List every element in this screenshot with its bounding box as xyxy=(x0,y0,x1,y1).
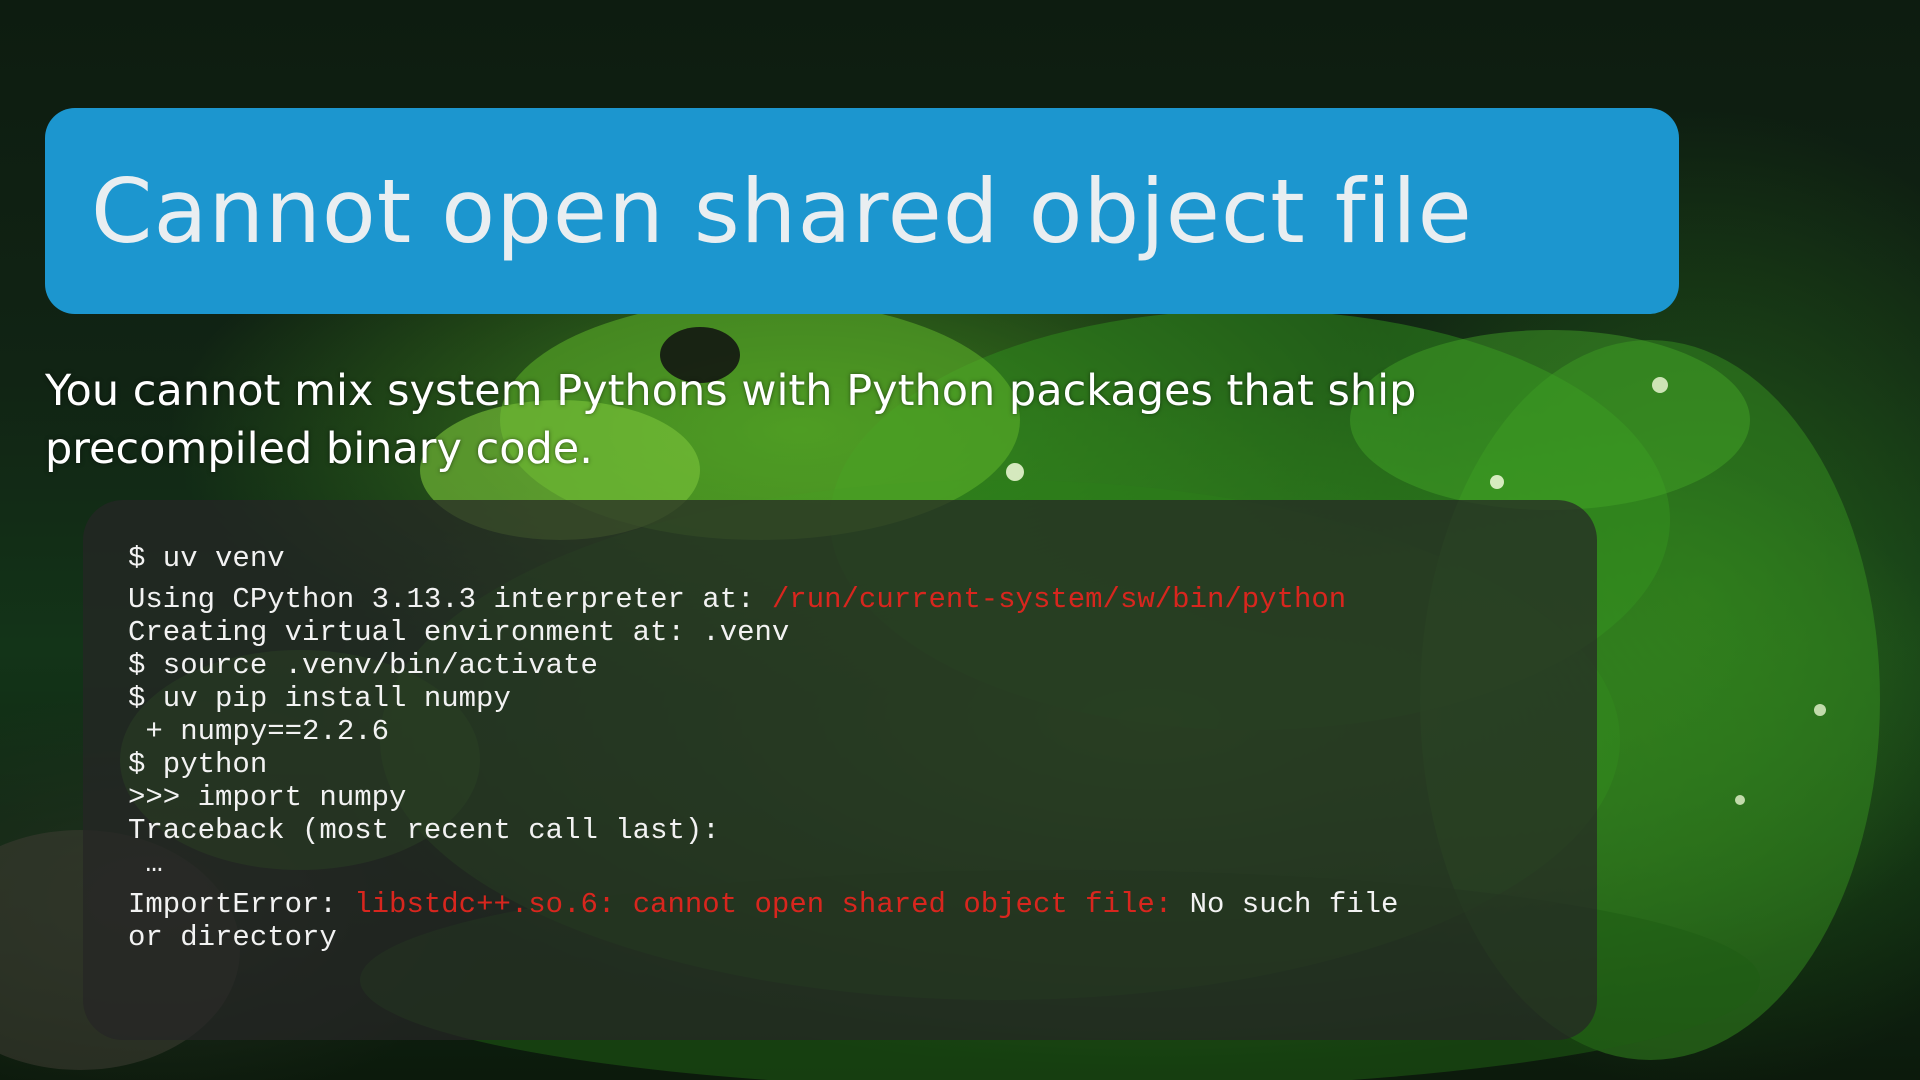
terminal-line: or directory xyxy=(128,921,337,954)
terminal-line: ImportError: libstdc++.so.6: cannot open… xyxy=(128,888,1552,921)
interpreter-path: /run/current-system/sw/bin/python xyxy=(771,583,1347,616)
terminal-text: ImportError: xyxy=(128,888,355,921)
terminal-text: Using CPython 3.13.3 interpreter at: xyxy=(128,583,772,616)
terminal-line: >>> import numpy xyxy=(128,781,407,814)
terminal-line: Traceback (most recent call last): xyxy=(128,814,720,847)
error-message: libstdc++.so.6: cannot open shared objec… xyxy=(354,888,1173,921)
slide: Cannot open shared object file You canno… xyxy=(0,0,1920,1080)
terminal-line: Using CPython 3.13.3 interpreter at: /ru… xyxy=(128,583,1552,616)
terminal-line: Creating virtual environment at: .venv xyxy=(128,616,790,649)
terminal-line: $ source .venv/bin/activate xyxy=(128,649,598,682)
title-banner: Cannot open shared object file xyxy=(45,108,1679,314)
terminal-line: $ uv venv xyxy=(128,542,285,575)
terminal-line: $ python xyxy=(128,748,268,781)
terminal-code-block: $ uv venv Using CPython 3.13.3 interpret… xyxy=(83,500,1597,1040)
page-title: Cannot open shared object file xyxy=(91,159,1473,263)
terminal-line: $ uv pip install numpy xyxy=(128,682,511,715)
terminal-line: … xyxy=(128,847,163,880)
terminal-text: No such file xyxy=(1172,888,1399,921)
terminal-line: + numpy==2.2.6 xyxy=(128,715,390,748)
subtitle-text: You cannot mix system Pythons with Pytho… xyxy=(45,366,1417,474)
